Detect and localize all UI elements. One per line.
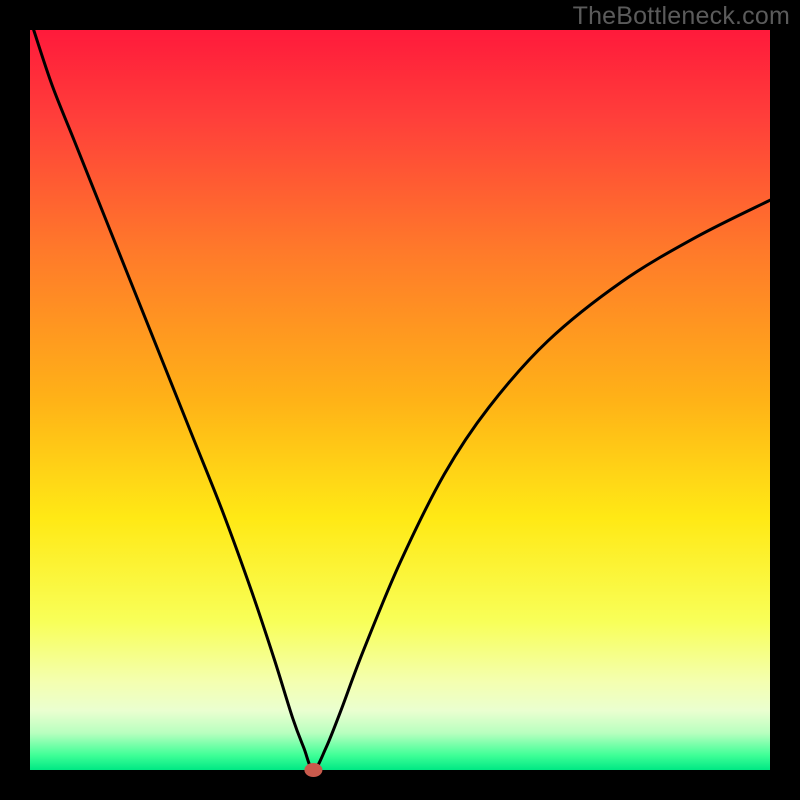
plot-background xyxy=(30,30,770,770)
min-marker xyxy=(304,763,322,777)
chart-svg xyxy=(0,0,800,800)
chart-frame: TheBottleneck.com xyxy=(0,0,800,800)
